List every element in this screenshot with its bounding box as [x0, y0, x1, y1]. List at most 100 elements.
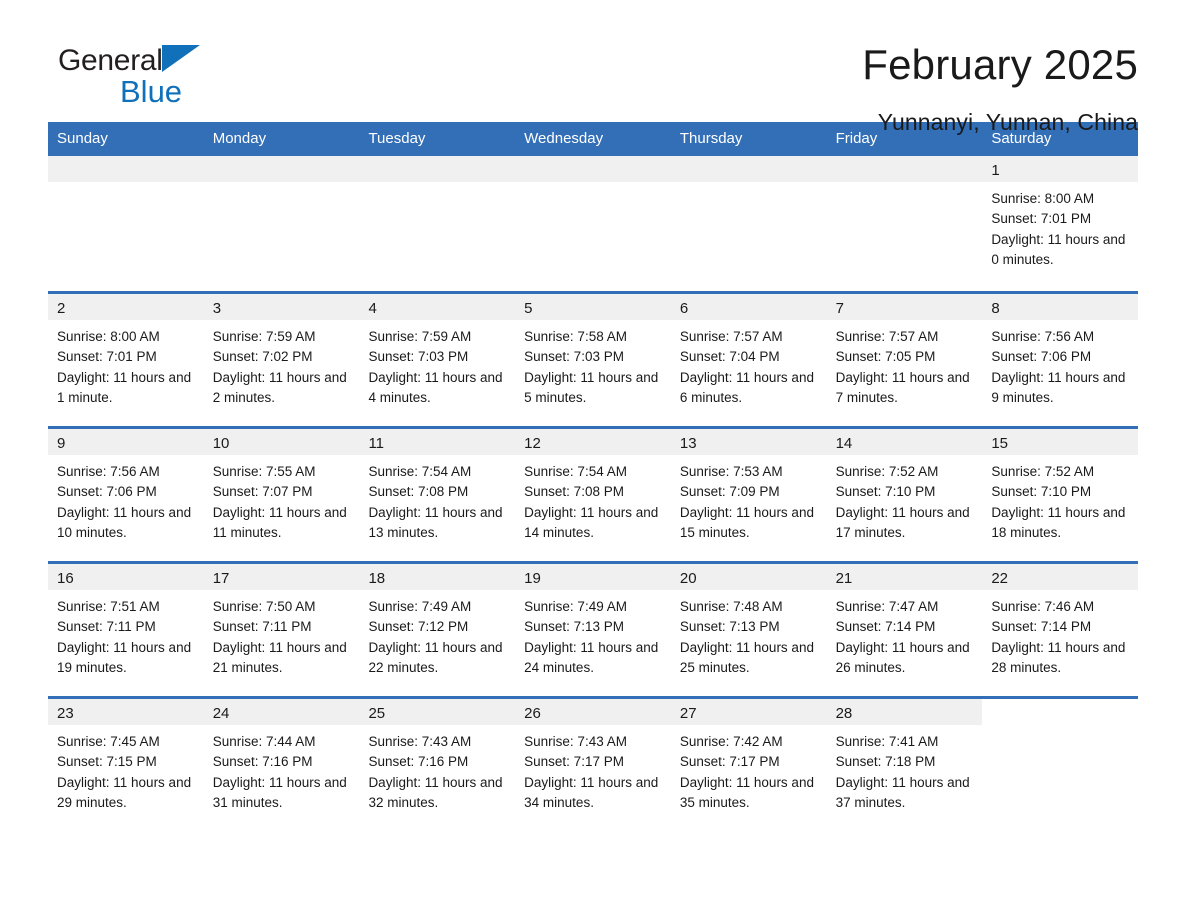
day-cell[interactable]: 21 Sunrise: 7:47 AM Sunset: 7:14 PM Dayligh… — [826, 564, 983, 696]
day-cell[interactable]: 15 Sunrise: 7:52 AM Sunset: 7:10 PM Dayligh… — [982, 429, 1139, 561]
day-cell-empty — [48, 156, 204, 291]
week-row: 16 Sunrise: 7:51 AM Sunset: 7:11 PM Dayligh… — [48, 561, 1139, 696]
daylight-text: Daylight: 11 hours and 18 minutes. — [991, 504, 1126, 540]
day-cell[interactable]: 11 Sunrise: 7:54 AM Sunset: 7:08 PM Dayligh… — [359, 429, 516, 561]
day-cell[interactable]: 22 Sunrise: 7:46 AM Sunset: 7:14 PM Dayligh… — [982, 564, 1139, 696]
day-cell[interactable]: 6 Sunrise: 7:57 AM Sunset: 7:04 PM Daylight… — [670, 294, 827, 426]
day-number: 23 — [48, 699, 204, 725]
day-number: 24 — [203, 699, 360, 725]
sunrise-text: Sunrise: 7:57 AM — [679, 329, 783, 344]
day-cell[interactable]: 4 Sunrise: 7:59 AM Sunset: 7:03 PM Daylight… — [359, 294, 516, 426]
day-cell[interactable]: 24 Sunrise: 7:44 AM Sunset: 7:16 PM Dayligh… — [203, 699, 360, 832]
sunrise-text: Sunrise: 7:46 AM — [991, 599, 1095, 614]
day-cell[interactable]: 25 Sunrise: 7:43 AM Sunset: 7:16 PM Dayligh… — [359, 699, 516, 832]
day-cell[interactable]: 19 Sunrise: 7:49 AM Sunset: 7:13 PM Dayligh… — [515, 564, 671, 696]
day-cell[interactable]: 18 Sunrise: 7:49 AM Sunset: 7:12 PM Dayligh… — [359, 564, 516, 696]
day-cell[interactable]: 10 Sunrise: 7:55 AM Sunset: 7:07 PM Dayligh… — [203, 429, 360, 561]
week-row: 23 Sunrise: 7:45 AM Sunset: 7:15 PM Dayligh… — [48, 696, 1138, 832]
day-number: 20 — [670, 564, 827, 590]
day-details: Sunrise: 7:43 AM Sunset: 7:16 PM Daylight:… — [359, 725, 515, 813]
daylight-text: Daylight: 11 hours and 0 minutes. — [991, 231, 1126, 267]
daylight-text: Daylight: 11 hours and 17 minutes. — [835, 504, 970, 540]
day-number — [203, 156, 360, 182]
day-cell[interactable]: 17 Sunrise: 7:50 AM Sunset: 7:11 PM Dayligh… — [203, 564, 360, 696]
day-details: Sunrise: 7:47 AM Sunset: 7:14 PM Daylight:… — [827, 590, 983, 678]
sunset-text: Sunset: 7:16 PM — [368, 754, 469, 770]
day-cell[interactable]: 2 Sunrise: 8:00 AM Sunset: 7:01 PM Daylight… — [48, 294, 204, 426]
sunrise-text: Sunrise: 7:42 AM — [679, 734, 783, 749]
day-number: 17 — [203, 564, 360, 590]
sunset-text: Sunset: 7:17 PM — [524, 754, 624, 770]
sunrise-text: Sunrise: 7:52 AM — [991, 464, 1095, 479]
day-details: Sunrise: 7:50 AM Sunset: 7:11 PM Daylight:… — [204, 590, 360, 678]
generalblue-logo[interactable]: General Blue — [48, 44, 248, 114]
sunset-text: Sunset: 7:11 PM — [57, 619, 156, 635]
day-details: Sunrise: 7:41 AM Sunset: 7:18 PM Daylight:… — [827, 725, 983, 813]
daylight-text: Daylight: 11 hours and 6 minutes. — [679, 369, 814, 405]
sunset-text: Sunset: 7:06 PM — [991, 349, 1092, 365]
day-number: 21 — [826, 564, 983, 590]
daylight-text: Daylight: 11 hours and 21 minutes. — [212, 639, 347, 675]
daylight-text: Daylight: 11 hours and 28 minutes. — [991, 639, 1126, 675]
day-number: 19 — [515, 564, 671, 590]
day-number — [515, 156, 671, 182]
sunset-text: Sunset: 7:10 PM — [991, 484, 1092, 500]
day-number: 10 — [203, 429, 360, 455]
day-number: 12 — [515, 429, 671, 455]
sunset-text: Sunset: 7:13 PM — [524, 619, 624, 635]
day-cell[interactable]: 13 Sunrise: 7:53 AM Sunset: 7:09 PM Dayligh… — [670, 429, 827, 561]
sunrise-text: Sunrise: 7:41 AM — [835, 734, 939, 749]
day-number: 26 — [515, 699, 671, 725]
daylight-text: Daylight: 11 hours and 31 minutes. — [212, 774, 347, 810]
day-cell[interactable]: 8 Sunrise: 7:56 AM Sunset: 7:06 PM Daylight… — [982, 294, 1139, 426]
sunrise-text: Sunrise: 7:56 AM — [991, 329, 1095, 344]
day-cell[interactable]: 9 Sunrise: 7:56 AM Sunset: 7:06 PM Daylight… — [48, 429, 204, 561]
day-details: Sunrise: 7:42 AM Sunset: 7:17 PM Daylight:… — [671, 725, 827, 813]
day-details: Sunrise: 7:58 AM Sunset: 7:03 PM Daylight:… — [515, 320, 671, 408]
weekday-sunday: Sunday — [57, 130, 108, 147]
daylight-text: Daylight: 11 hours and 2 minutes. — [212, 369, 347, 405]
sunrise-text: Sunrise: 7:59 AM — [368, 329, 472, 344]
logo-text-blue: Blue — [120, 74, 183, 109]
day-cell[interactable]: 3 Sunrise: 7:59 AM Sunset: 7:02 PM Daylight… — [203, 294, 360, 426]
day-cell[interactable]: 5 Sunrise: 7:58 AM Sunset: 7:03 PM Daylight… — [515, 294, 671, 426]
day-number: 25 — [359, 699, 516, 725]
day-details: Sunrise: 7:46 AM Sunset: 7:14 PM Daylight:… — [982, 590, 1138, 678]
day-cell[interactable]: 20 Sunrise: 7:48 AM Sunset: 7:13 PM Dayligh… — [670, 564, 827, 696]
daylight-text: Daylight: 11 hours and 22 minutes. — [368, 639, 503, 675]
day-cell[interactable]: 14 Sunrise: 7:52 AM Sunset: 7:10 PM Dayligh… — [826, 429, 983, 561]
day-details: Sunrise: 8:00 AM Sunset: 7:01 PM Daylight:… — [982, 182, 1138, 270]
day-cell[interactable]: 1 Sunrise: 8:00 AM Sunset: 7:01 PM Daylight… — [982, 156, 1139, 291]
day-cell[interactable]: 27 Sunrise: 7:42 AM Sunset: 7:17 PM Dayligh… — [670, 699, 827, 832]
week-row: 1 Sunrise: 8:00 AM Sunset: 7:01 PM Daylight… — [48, 156, 1139, 291]
day-number: 18 — [359, 564, 516, 590]
sunrise-text: Sunrise: 7:51 AM — [57, 599, 160, 614]
day-cell[interactable]: 12 Sunrise: 7:54 AM Sunset: 7:08 PM Dayligh… — [515, 429, 671, 561]
day-number: 9 — [48, 429, 204, 455]
daylight-text: Daylight: 11 hours and 32 minutes. — [368, 774, 503, 810]
triangle-icon — [161, 44, 200, 72]
day-number: 22 — [982, 564, 1139, 590]
daylight-text: Daylight: 11 hours and 29 minutes. — [57, 774, 192, 810]
sunset-text: Sunset: 7:09 PM — [679, 484, 780, 500]
day-cell-empty — [826, 156, 983, 291]
day-cell[interactable]: 16 Sunrise: 7:51 AM Sunset: 7:11 PM Dayligh… — [48, 564, 204, 696]
sunset-text: Sunset: 7:14 PM — [991, 619, 1092, 635]
day-cell[interactable]: 7 Sunrise: 7:57 AM Sunset: 7:05 PM Daylight… — [826, 294, 983, 426]
sunrise-text: Sunrise: 7:44 AM — [212, 734, 316, 749]
daylight-text: Daylight: 11 hours and 19 minutes. — [57, 639, 192, 675]
day-number — [48, 156, 204, 182]
day-number: 28 — [826, 699, 983, 725]
day-details: Sunrise: 7:49 AM Sunset: 7:12 PM Daylight:… — [359, 590, 515, 678]
daylight-text: Daylight: 11 hours and 1 minute. — [57, 369, 192, 405]
sunrise-text: Sunrise: 8:00 AM — [57, 329, 160, 344]
day-cell[interactable]: 28 Sunrise: 7:41 AM Sunset: 7:18 PM Dayligh… — [826, 699, 983, 832]
sunrise-text: Sunrise: 7:52 AM — [835, 464, 939, 479]
day-number — [826, 156, 983, 182]
day-number: 15 — [982, 429, 1139, 455]
day-cell[interactable]: 26 Sunrise: 7:43 AM Sunset: 7:17 PM Dayligh… — [515, 699, 671, 832]
sunset-text: Sunset: 7:05 PM — [835, 349, 936, 365]
weekday-monday: Monday — [212, 130, 267, 147]
day-cell[interactable]: 23 Sunrise: 7:45 AM Sunset: 7:15 PM Dayligh… — [48, 699, 204, 832]
sunset-text: Sunset: 7:01 PM — [57, 349, 157, 365]
